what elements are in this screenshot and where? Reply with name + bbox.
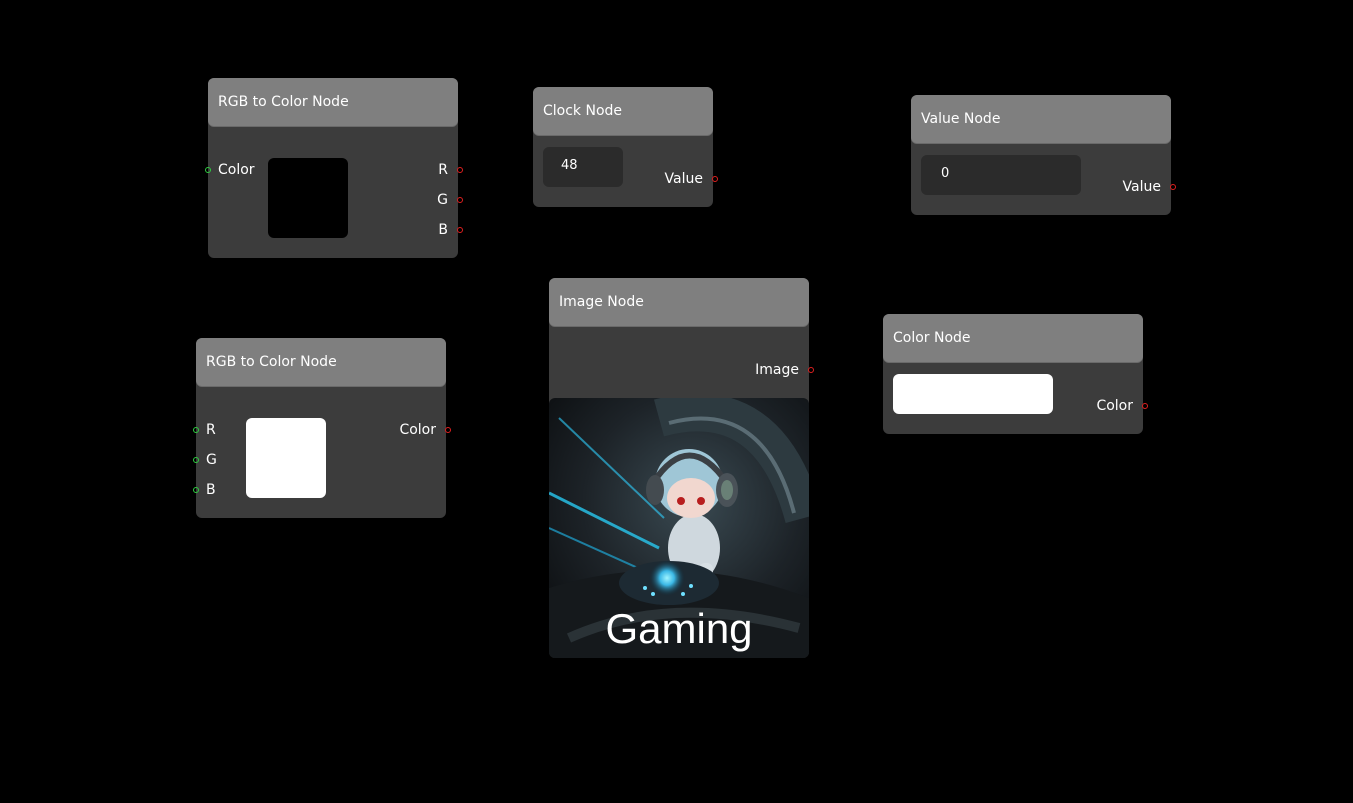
clock-value: 48 — [561, 158, 578, 173]
node-title: Clock Node — [543, 103, 623, 119]
value-output-label: Value — [1122, 179, 1161, 195]
color-input-label: Color — [218, 162, 255, 178]
image-preview: Gaming — [549, 398, 809, 658]
value-output-port[interactable] — [1170, 184, 1176, 190]
image-output-port[interactable] — [808, 367, 814, 373]
image-output-label: Image — [755, 362, 799, 378]
r-input-port[interactable] — [193, 427, 199, 433]
g-input-port[interactable] — [193, 457, 199, 463]
clock-node[interactable]: Clock Node 48 Value — [533, 87, 718, 207]
color-input-port[interactable] — [205, 167, 211, 173]
g-output-port[interactable] — [457, 197, 463, 203]
b-output-label: B — [438, 222, 448, 238]
value-node[interactable]: Value Node 0 Value — [911, 95, 1176, 215]
color-picker-swatch[interactable] — [893, 374, 1053, 414]
node-header[interactable]: RGB to Color Node — [196, 338, 446, 386]
b-input-label: B — [206, 482, 216, 498]
node-title: RGB to Color Node — [206, 354, 337, 370]
g-output-label: G — [437, 192, 448, 208]
r-output-label: R — [438, 162, 448, 178]
node-header[interactable]: RGB to Color Node — [208, 78, 458, 126]
value-output-label: Value — [664, 171, 703, 187]
image-preview-illustration: Gaming — [549, 398, 809, 658]
rgb-to-color-node-bottom[interactable]: RGB to Color Node R G B Color — [193, 338, 451, 518]
node-header[interactable]: Color Node — [883, 314, 1143, 362]
color-preview-swatch[interactable] — [246, 418, 326, 498]
value-input-value: 0 — [941, 166, 950, 181]
r-input-label: R — [206, 422, 216, 438]
color-output-label: Color — [1096, 398, 1133, 414]
color-output-label: Color — [399, 422, 436, 438]
node-title: Value Node — [921, 111, 1001, 127]
color-output-port[interactable] — [1142, 403, 1148, 409]
b-input-port[interactable] — [193, 487, 199, 493]
node-header[interactable]: Clock Node — [533, 87, 713, 135]
node-canvas[interactable]: RGB to Color Node Color R G B RGB to Col… — [0, 0, 1353, 803]
node-header[interactable]: Value Node — [911, 95, 1171, 143]
color-preview-swatch[interactable] — [268, 158, 348, 238]
r-output-port[interactable] — [457, 167, 463, 173]
node-title: Image Node — [559, 294, 644, 310]
b-output-port[interactable] — [457, 227, 463, 233]
value-input-field[interactable]: 0 — [921, 155, 1081, 195]
color-output-port[interactable] — [445, 427, 451, 433]
rgb-to-color-node-top[interactable]: RGB to Color Node Color R G B — [205, 78, 463, 258]
g-input-label: G — [206, 452, 217, 468]
value-output-port[interactable] — [712, 176, 718, 182]
color-node[interactable]: Color Node Color — [883, 314, 1148, 434]
node-header[interactable]: Image Node — [549, 278, 809, 326]
clock-value-field[interactable]: 48 — [543, 147, 623, 187]
node-title: RGB to Color Node — [218, 94, 349, 110]
image-caption: Gaming — [605, 605, 752, 652]
node-title: Color Node — [893, 330, 971, 346]
image-node[interactable]: Image Node Image Gaming — [549, 278, 814, 658]
